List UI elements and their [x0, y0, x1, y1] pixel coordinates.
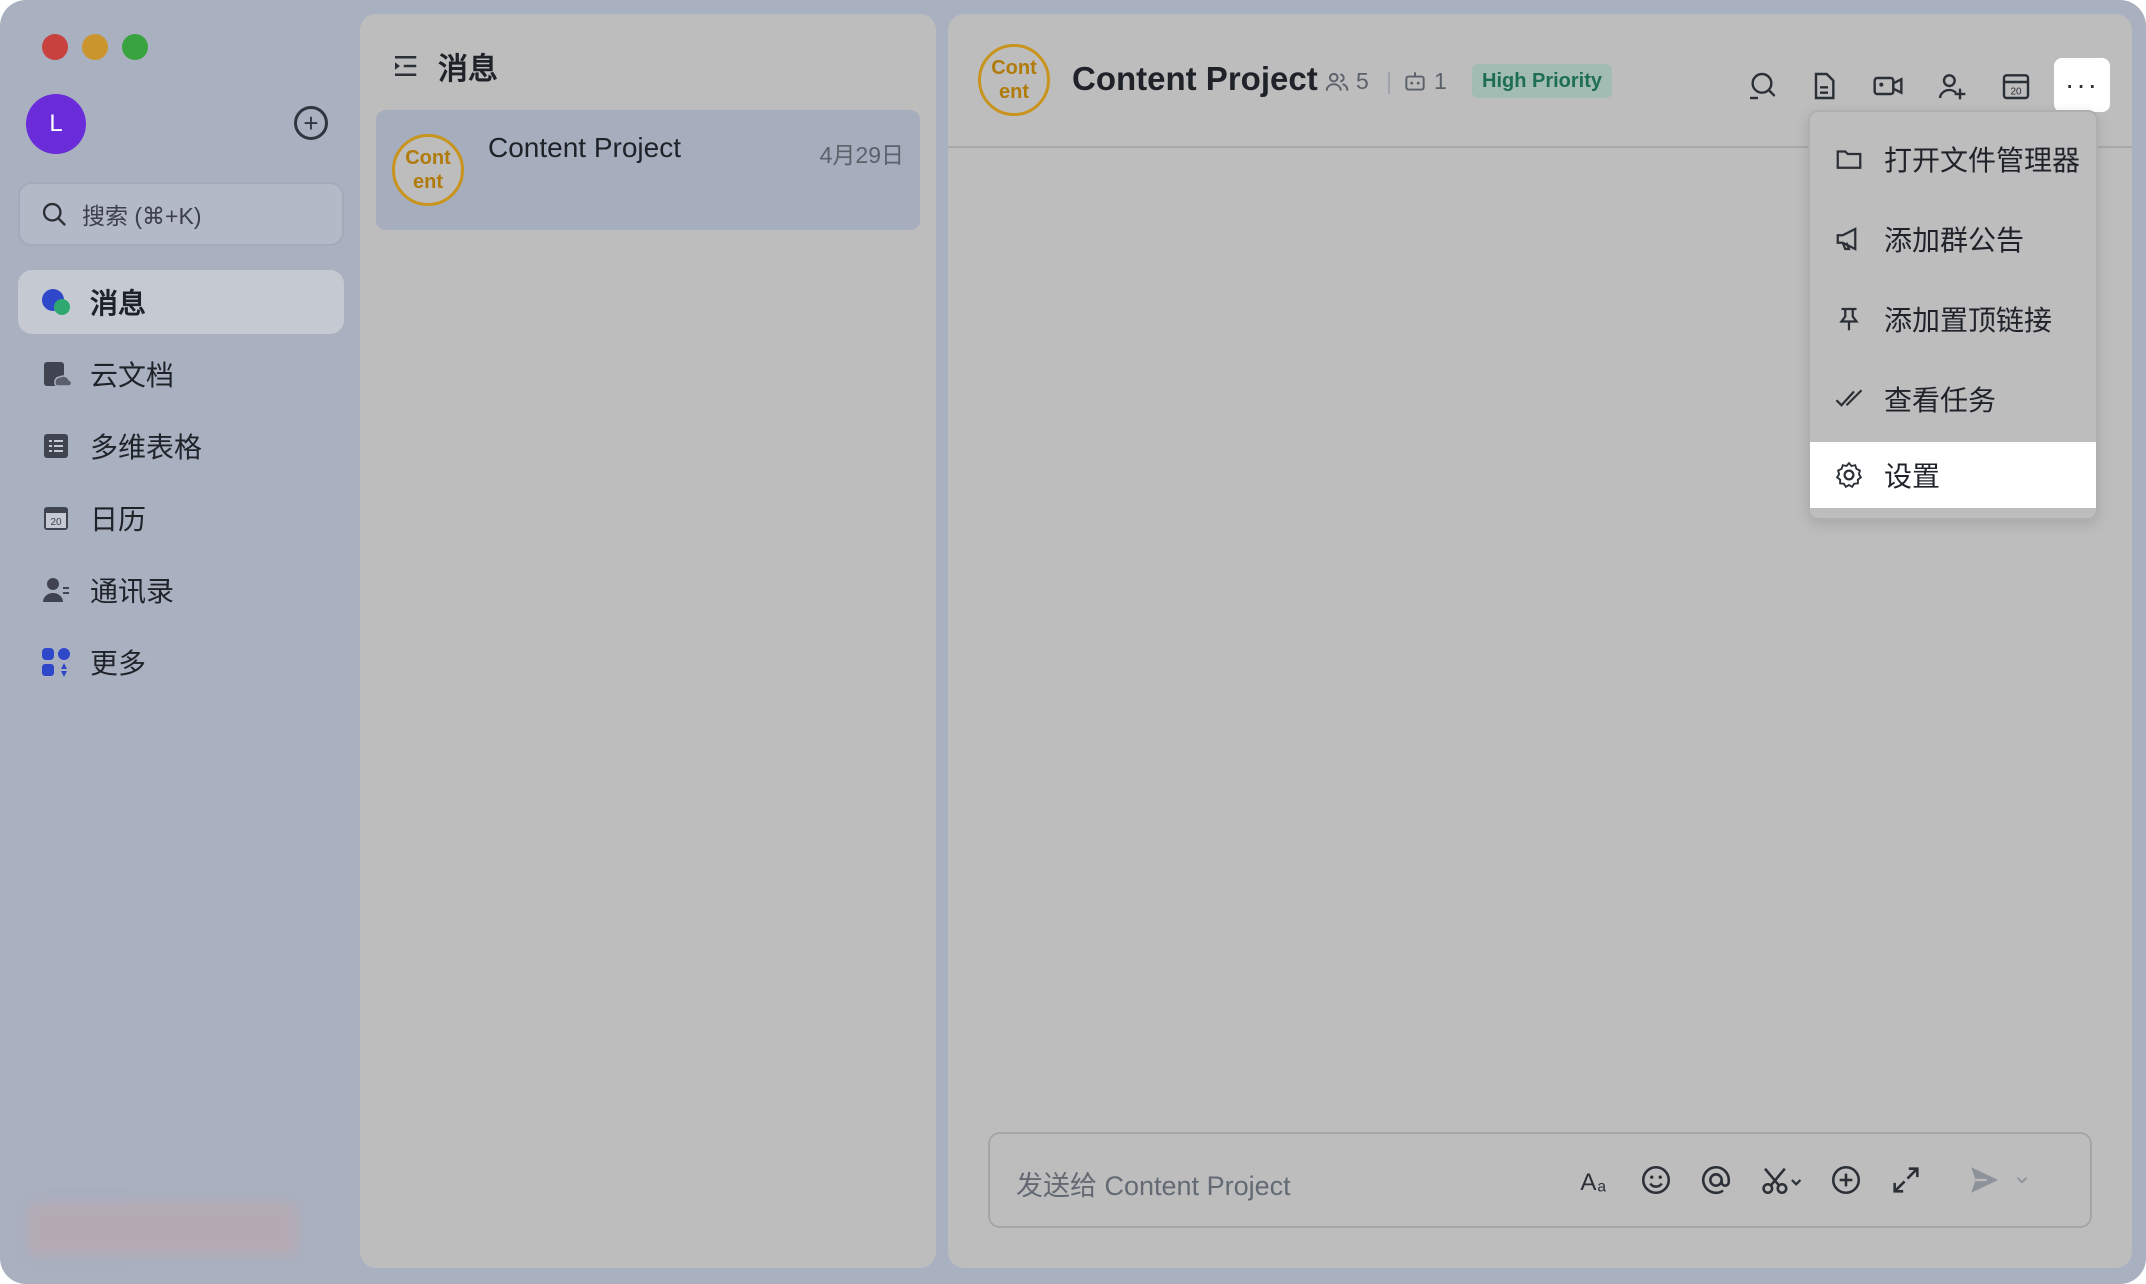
menu-item-add-pinned-link[interactable]: 添加置顶链接 — [1810, 286, 2096, 352]
mention-icon[interactable] — [1696, 1160, 1736, 1200]
message-input[interactable]: 发送给 Content Project Aa — [988, 1132, 2092, 1228]
maximize-window-button[interactable] — [122, 34, 148, 60]
sidebar-item-more[interactable]: 更多 — [18, 630, 344, 694]
menu-item-view-tasks[interactable]: 查看任务 — [1810, 366, 2096, 432]
table-icon — [40, 430, 72, 462]
cloud-doc-icon — [40, 358, 72, 390]
blurred-profile-area — [28, 1202, 298, 1256]
left-sidebar: L + 搜索 (⌘+K) 消息 云文档 多维表格 20 日历 通讯录 更多 — [0, 0, 356, 1284]
more-options-button[interactable]: ··· — [2054, 58, 2110, 112]
minimize-window-button[interactable] — [82, 34, 108, 60]
chat-list-header: 消息 — [390, 44, 498, 88]
sidebar-item-calendar[interactable]: 20 日历 — [18, 486, 344, 550]
app-window: L + 搜索 (⌘+K) 消息 云文档 多维表格 20 日历 通讯录 更多 消息… — [0, 0, 2146, 1284]
more-options-menu: 打开文件管理器 添加群公告 添加置顶链接 查看任务 设置 — [1808, 110, 2098, 520]
search-icon[interactable] — [1744, 68, 1780, 104]
contacts-icon — [40, 574, 72, 606]
priority-badge[interactable]: High Priority — [1472, 64, 1613, 98]
collapse-list-icon[interactable] — [390, 51, 420, 81]
menu-item-label: 设置 — [1884, 461, 1941, 492]
search-placeholder: 搜索 (⌘+K) — [82, 203, 202, 229]
svg-text:20: 20 — [50, 517, 62, 528]
svg-text:A: A — [1580, 1169, 1597, 1196]
search-input[interactable]: 搜索 (⌘+K) — [18, 182, 344, 246]
chat-name: Content Project — [488, 132, 681, 163]
input-placeholder: 发送给 Content Project — [1016, 1171, 1291, 1201]
chat-list-panel: 消息 Cont ent Content Project 4月29日 — [360, 14, 936, 1268]
video-call-icon[interactable] — [1870, 68, 1906, 104]
chat-list-title: 消息 — [438, 53, 498, 86]
sidebar-item-label: 通讯录 — [90, 576, 175, 607]
search-icon — [42, 202, 66, 226]
send-options-chevron-icon[interactable] — [2012, 1160, 2032, 1200]
sidebar-item-docs[interactable]: 云文档 — [18, 342, 344, 406]
megaphone-icon — [1836, 227, 1857, 251]
more-icon: ··· — [2065, 69, 2099, 100]
emoji-icon[interactable] — [1636, 1160, 1676, 1200]
sidebar-item-label: 消息 — [90, 288, 147, 319]
text-format-icon[interactable]: Aa — [1576, 1160, 1616, 1200]
meta-divider — [1388, 72, 1390, 94]
sidebar-item-base[interactable]: 多维表格 — [18, 414, 344, 478]
members-icon — [1325, 72, 1349, 91]
pin-icon — [1839, 307, 1859, 331]
menu-item-label: 打开文件管理器 — [1884, 145, 2081, 176]
sidebar-item-messages[interactable]: 消息 — [18, 270, 344, 334]
bot-count[interactable]: 1 — [1402, 68, 1447, 95]
conversation-avatar[interactable]: Cont ent — [978, 44, 1050, 116]
sidebar-item-contacts[interactable]: 通讯录 — [18, 558, 344, 622]
calendar-icon: 20 — [40, 502, 72, 534]
menu-item-label: 添加群公告 — [1884, 225, 2025, 256]
chat-date: 4月29日 — [819, 142, 904, 168]
menu-item-open-file-manager[interactable]: 打开文件管理器 — [1810, 126, 2096, 192]
document-icon[interactable] — [1806, 68, 1842, 104]
svg-text:20: 20 — [2010, 87, 2022, 98]
user-avatar[interactable]: L — [26, 94, 86, 154]
member-count[interactable]: 5 — [1324, 68, 1369, 95]
calendar-icon[interactable]: 20 — [1998, 68, 2034, 104]
menu-item-label: 添加置顶链接 — [1884, 305, 2053, 336]
plus-icon[interactable] — [1826, 1160, 1866, 1200]
menu-item-label: 查看任务 — [1884, 385, 1997, 416]
sidebar-item-label: 多维表格 — [90, 432, 203, 463]
sidebar-item-label: 云文档 — [90, 360, 175, 391]
group-avatar: Cont ent — [392, 134, 464, 206]
create-plus-button[interactable]: + — [294, 106, 328, 140]
svg-text:a: a — [1597, 1178, 1606, 1195]
task-check-icon — [1835, 389, 1863, 407]
sidebar-item-label: 更多 — [90, 648, 147, 679]
chat-list-item[interactable]: Cont ent Content Project 4月29日 — [376, 110, 920, 230]
conversation-title[interactable]: Content Project — [1072, 60, 1318, 98]
gear-icon — [1835, 461, 1863, 489]
folder-icon — [1836, 150, 1862, 169]
chat-bubble-icon — [40, 286, 72, 318]
add-member-icon[interactable] — [1934, 68, 1970, 104]
apps-grid-icon — [40, 646, 72, 678]
screenshot-icon[interactable] — [1756, 1160, 1808, 1200]
send-icon[interactable] — [1964, 1160, 2004, 1200]
menu-item-settings[interactable]: 设置 — [1810, 442, 2096, 508]
sidebar-item-label: 日历 — [90, 504, 147, 535]
bot-icon — [1405, 71, 1425, 91]
close-window-button[interactable] — [42, 34, 68, 60]
expand-icon[interactable] — [1886, 1160, 1926, 1200]
menu-item-add-announcement[interactable]: 添加群公告 — [1810, 206, 2096, 272]
